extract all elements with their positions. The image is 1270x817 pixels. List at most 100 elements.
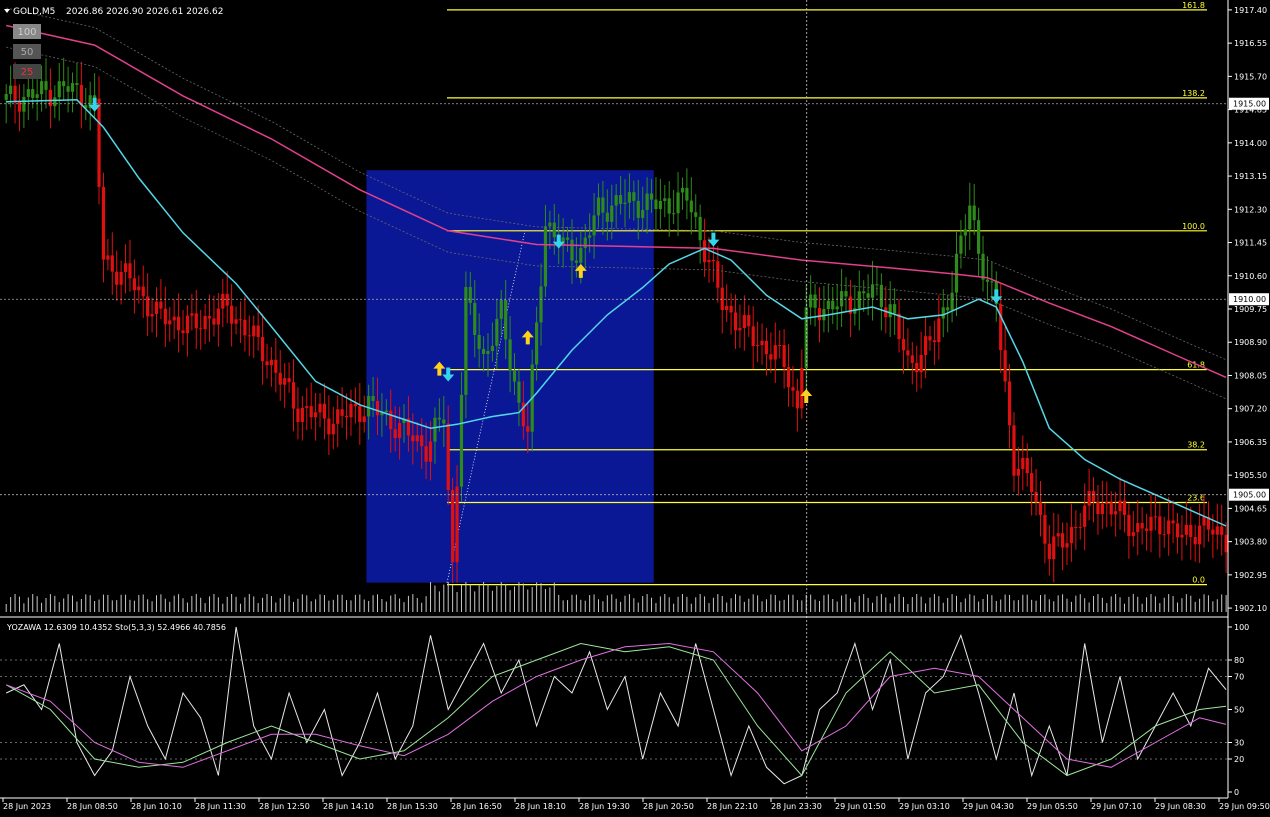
price-bar-body <box>1043 514 1047 544</box>
price-bar-body <box>115 271 119 285</box>
price-bar-body <box>990 281 994 283</box>
price-bar-body <box>176 316 181 331</box>
price-bar-body <box>835 306 839 310</box>
fib-label: 138.2 <box>1182 89 1205 98</box>
price-bar-body <box>1193 537 1197 545</box>
price-bar-body <box>601 197 605 213</box>
price-bar-body <box>79 84 83 106</box>
price-bar-body <box>574 260 578 263</box>
price-tick-label: 1910.60 <box>1234 272 1267 281</box>
price-bar-body <box>75 83 79 85</box>
price-bar-body <box>632 192 636 201</box>
price-bar-body <box>1162 534 1166 536</box>
price-bar-body <box>764 340 769 355</box>
price-bar-body <box>1149 516 1153 531</box>
price-bar-body <box>415 435 419 442</box>
time-tick-label: 29 Jun 07:10 <box>1091 802 1142 811</box>
price-bar-body <box>393 429 397 439</box>
time-tick-label: 28 Jun 2023 <box>3 802 51 811</box>
price-bar-body <box>773 345 777 360</box>
price-bar-body <box>1171 520 1175 524</box>
time-tick-label: 28 Jun 12:50 <box>259 802 310 811</box>
price-bar-body <box>552 222 556 238</box>
price-tick-label: 1912.30 <box>1234 205 1267 214</box>
price-tick-label: 1909.75 <box>1234 305 1267 314</box>
price-bar-body <box>437 417 441 420</box>
price-bar-body <box>588 235 592 238</box>
price-tick-label: 1902.10 <box>1234 604 1267 613</box>
price-bar-body <box>543 226 548 287</box>
price-bar-body <box>455 486 459 563</box>
price-bar-body <box>371 395 375 401</box>
price-bar-body <box>1114 511 1118 515</box>
price-bar-body <box>477 335 481 349</box>
price-bar-body <box>1131 532 1135 537</box>
time-tick-label: 28 Jun 22:10 <box>707 802 758 811</box>
price-bar-body <box>1030 473 1034 492</box>
price-bar-body <box>1122 500 1127 515</box>
fib-label: 0.0 <box>1192 576 1205 585</box>
price-bar-body <box>101 186 106 260</box>
price-bar-body <box>252 325 256 337</box>
price-bar-body <box>1052 536 1056 560</box>
price-bar-body <box>428 441 433 462</box>
price-bar-body <box>150 314 154 317</box>
price-bar-body <box>137 286 141 291</box>
price-bar-body <box>1198 525 1202 545</box>
price-bar-body <box>185 315 190 334</box>
price-bar-body <box>314 412 318 418</box>
price-bar-body <box>977 220 981 254</box>
time-tick-label: 28 Jun 23:30 <box>771 802 822 811</box>
price-tick-label: 1917.40 <box>1234 6 1267 15</box>
price-bar-body <box>1083 505 1087 527</box>
price-bar-body <box>1211 529 1215 535</box>
price-bar-body <box>941 307 945 319</box>
price-bar-body <box>22 96 26 112</box>
price-bar-body <box>800 367 804 409</box>
price-bar-body <box>212 318 216 325</box>
price-bar-body <box>747 315 751 327</box>
price-bar-body <box>1224 534 1228 553</box>
price-bar-body <box>256 325 260 338</box>
price-bar-body <box>358 406 362 423</box>
price-bar-body <box>1109 502 1113 515</box>
price-bar-body <box>269 359 274 366</box>
price-bar-body <box>163 308 167 325</box>
price-bar-body <box>570 239 574 261</box>
price-tick-label: 1913.15 <box>1234 172 1267 181</box>
price-bar-body <box>663 198 667 201</box>
zoom-label-100: 100 <box>17 27 36 38</box>
price-bar-body <box>751 326 755 346</box>
price-bar-body <box>1100 503 1104 515</box>
ohlc-readout: 2026.86 2026.90 2026.61 2026.62 <box>66 7 223 17</box>
price-tick-label: 1911.45 <box>1234 239 1267 248</box>
time-tick-label: 28 Jun 15:30 <box>387 802 438 811</box>
price-bar-body <box>1091 491 1096 502</box>
osc-tick-label: 30 <box>1234 739 1244 748</box>
price-bar-body <box>291 382 296 409</box>
fib-label: 100.0 <box>1182 222 1205 231</box>
price-bar-body <box>274 359 278 373</box>
price-bar-body <box>1087 491 1091 506</box>
price-tick-label: 1906.35 <box>1234 438 1267 447</box>
price-bar-body <box>336 409 340 424</box>
price-bar-body <box>4 93 8 100</box>
price-bar-body <box>309 406 313 418</box>
price-bar-body <box>31 89 35 98</box>
time-tick-label: 29 Jun 03:10 <box>899 802 950 811</box>
price-bar-body <box>389 410 393 430</box>
price-bar-body <box>344 415 349 418</box>
price-bar-body <box>826 300 830 309</box>
price-marker-label: 1905.00 <box>1233 491 1266 500</box>
price-bar-body <box>53 97 57 107</box>
price-bar-body <box>1078 526 1082 528</box>
price-bar-body <box>526 426 530 432</box>
price-marker-label: 1915.00 <box>1233 100 1266 109</box>
price-bar-body <box>676 192 680 214</box>
price-bar-body <box>190 313 194 316</box>
price-bar-body <box>154 301 159 315</box>
price-bar-body <box>35 94 39 98</box>
price-bar-body <box>1184 524 1188 535</box>
price-bar-body <box>39 81 44 95</box>
price-tick-label: 1915.70 <box>1234 72 1267 81</box>
